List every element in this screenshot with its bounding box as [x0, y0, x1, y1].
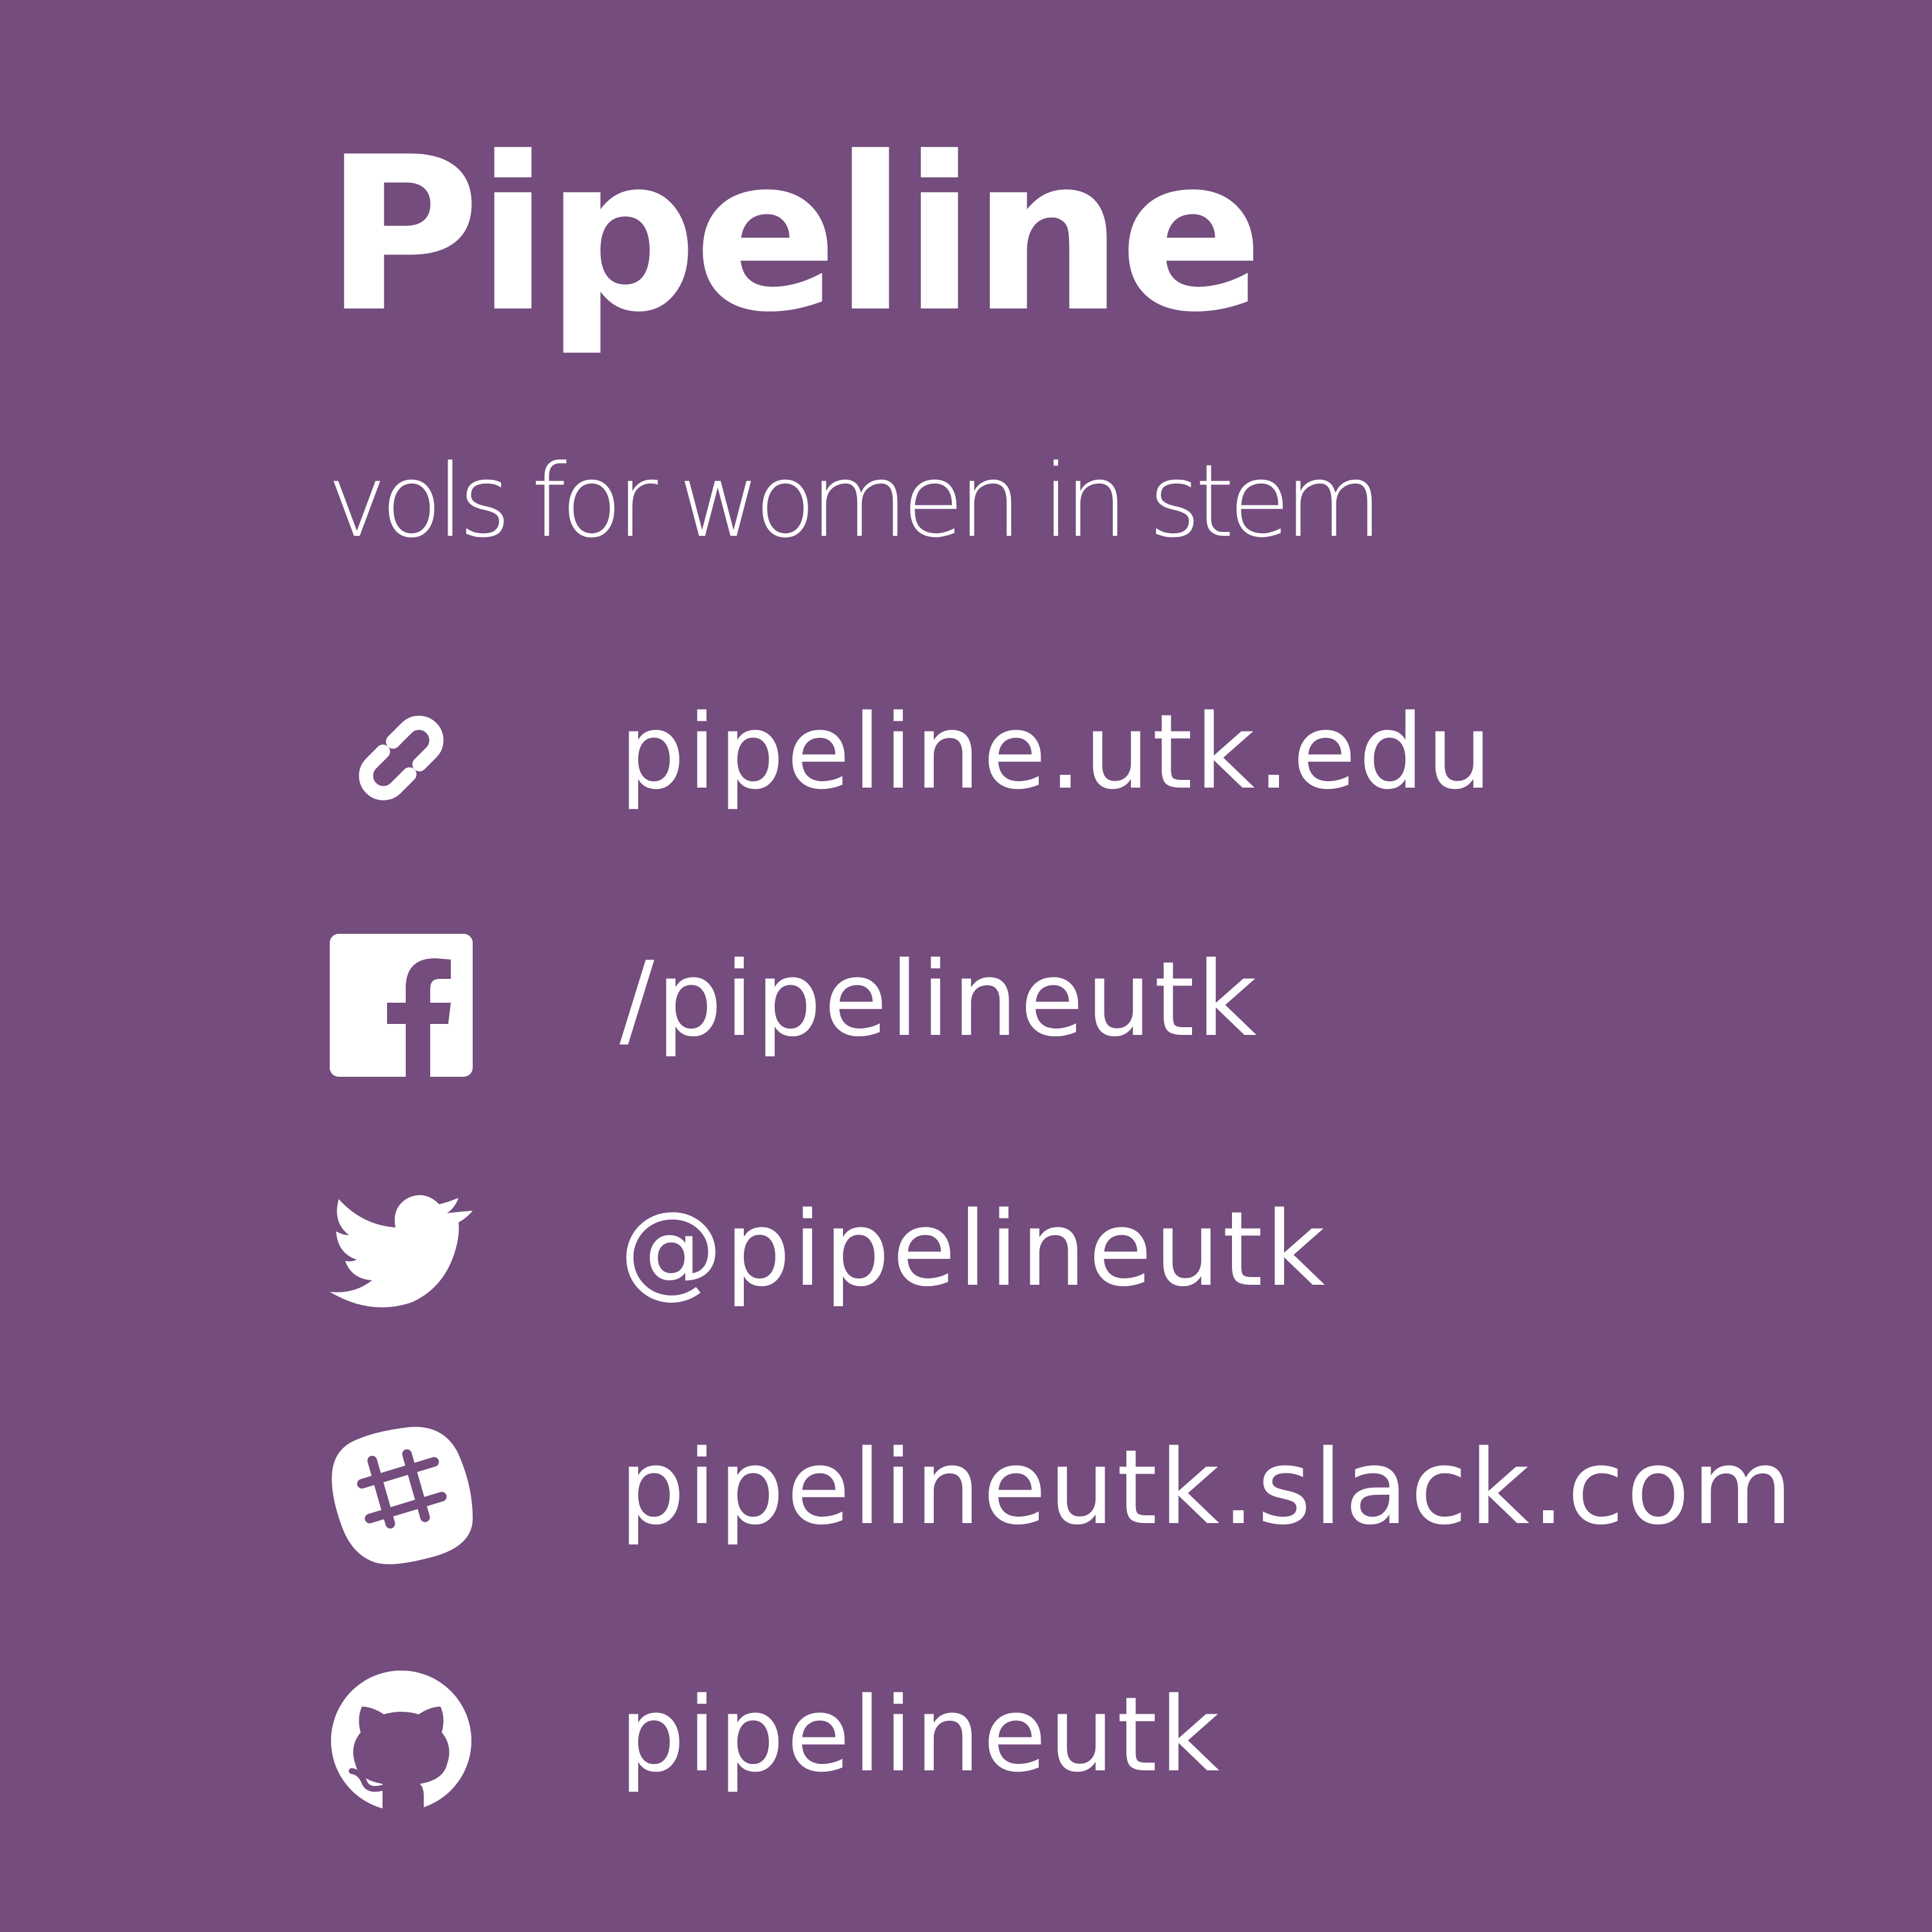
website-link[interactable]: pipeline.utk.edu	[322, 687, 1803, 841]
poster: Pipeline vols for women in stem pipeline…	[0, 0, 1932, 1932]
github-link[interactable]: pipelineutk	[322, 1669, 1803, 1824]
facebook-icon	[330, 934, 473, 1077]
facebook-link[interactable]: /pipelineutk	[322, 934, 1803, 1088]
link-icon	[330, 687, 473, 829]
twitter-link[interactable]: @pipelineutk	[322, 1184, 1803, 1338]
twitter-icon	[330, 1184, 473, 1327]
website-label: pipeline.utk.edu	[620, 692, 1495, 812]
slack-icon	[330, 1422, 473, 1565]
slack-link[interactable]: pipelineutk.slack.com	[322, 1422, 1803, 1577]
tagline: vols for women in stem	[327, 442, 1383, 560]
page-title: Pipeline	[325, 111, 1264, 359]
slack-label: pipelineutk.slack.com	[620, 1427, 1795, 1548]
facebook-label: /pipelineutk	[620, 939, 1260, 1059]
github-label: pipelineutk	[620, 1674, 1222, 1795]
github-icon	[330, 1669, 473, 1812]
twitter-label: @pipelineutk	[620, 1189, 1328, 1309]
